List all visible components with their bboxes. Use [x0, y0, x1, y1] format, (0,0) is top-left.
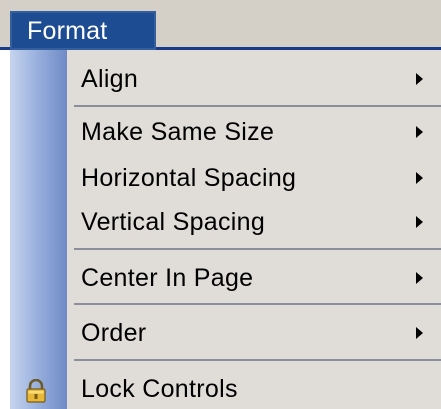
menu-separator	[74, 359, 441, 361]
menu-separator	[74, 303, 441, 305]
menu-item-make-same-size[interactable]: Make Same Size	[10, 111, 441, 151]
menu-item-order[interactable]: Order	[10, 312, 441, 352]
menu-item-label: Vertical Spacing	[81, 208, 266, 236]
menu-item-label: Lock Controls	[81, 375, 238, 403]
menu-item-label: Align	[81, 65, 139, 93]
menu-format[interactable]: Format	[10, 11, 156, 50]
menu-item-vertical-spacing[interactable]: Vertical Spacing	[10, 201, 441, 241]
submenu-arrow-icon	[416, 172, 423, 184]
format-dropdown-menu: Align Make Same Size Horizontal Spacing …	[10, 50, 441, 409]
menu-item-label: Make Same Size	[81, 118, 275, 146]
menu-bar: Format	[0, 0, 441, 50]
submenu-arrow-icon	[416, 216, 423, 228]
menu-item-align[interactable]: Align	[10, 58, 441, 98]
submenu-arrow-icon	[416, 327, 423, 339]
menu-item-label: Center In Page	[81, 264, 254, 292]
menu-item-label: Order	[81, 319, 147, 347]
menu-item-label: Horizontal Spacing	[81, 164, 297, 192]
lock-icon	[26, 379, 46, 403]
menu-item-lock-controls[interactable]: Lock Controls	[10, 368, 441, 408]
menu-item-horizontal-spacing[interactable]: Horizontal Spacing	[10, 157, 441, 197]
submenu-arrow-icon	[416, 272, 423, 284]
menu-item-center-in-page[interactable]: Center In Page	[10, 257, 441, 297]
submenu-arrow-icon	[416, 126, 423, 138]
submenu-arrow-icon	[416, 73, 423, 85]
menu-separator	[74, 248, 441, 250]
menu-separator	[74, 105, 441, 107]
